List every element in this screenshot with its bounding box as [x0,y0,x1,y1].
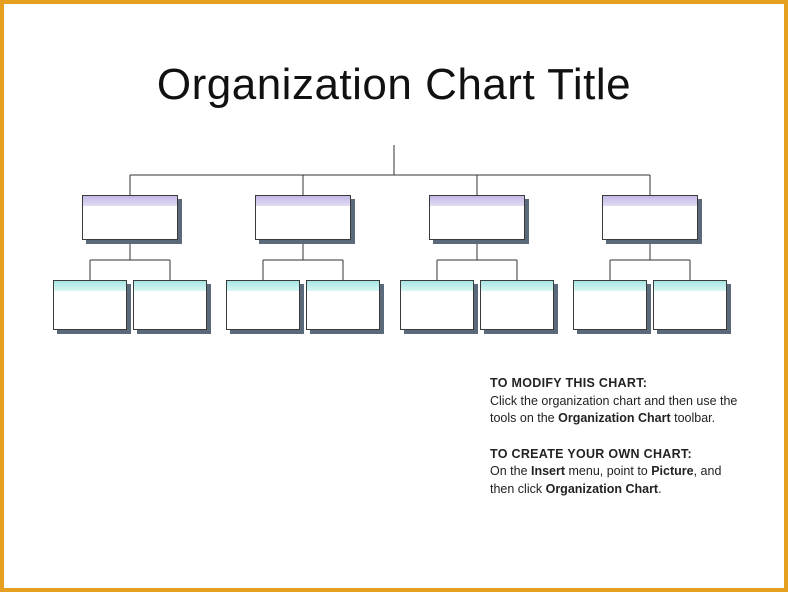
create-bold-c: Organization Chart [546,482,659,496]
modify-heading: TO MODIFY THIS CHART: [490,376,647,390]
org-node-level3[interactable] [480,280,554,330]
create-text-d: . [658,482,661,496]
create-bold-a: Insert [531,464,565,478]
org-node-level2[interactable] [255,195,351,240]
org-node-level3[interactable] [573,280,647,330]
create-bold-b: Picture [651,464,693,478]
org-node-level3[interactable] [133,280,207,330]
org-node-level3[interactable] [226,280,300,330]
org-node-level3[interactable] [306,280,380,330]
create-heading: TO CREATE YOUR OWN CHART: [490,447,692,461]
modify-instructions: TO MODIFY THIS CHART: Click the organiza… [490,375,740,428]
org-node-level3[interactable] [400,280,474,330]
modify-text-b: toolbar. [671,411,715,425]
org-node-level3[interactable] [53,280,127,330]
modify-bold-a: Organization Chart [558,411,671,425]
chart-title: Organization Chart Title [0,60,788,110]
instructions-panel: TO MODIFY THIS CHART: Click the organiza… [490,375,740,516]
org-node-level2[interactable] [602,195,698,240]
create-text-b: menu, point to [565,464,651,478]
org-node-level2[interactable] [82,195,178,240]
create-instructions: TO CREATE YOUR OWN CHART: On the Insert … [490,446,740,499]
org-node-level3[interactable] [653,280,727,330]
org-node-level2[interactable] [429,195,525,240]
create-text-a: On the [490,464,531,478]
